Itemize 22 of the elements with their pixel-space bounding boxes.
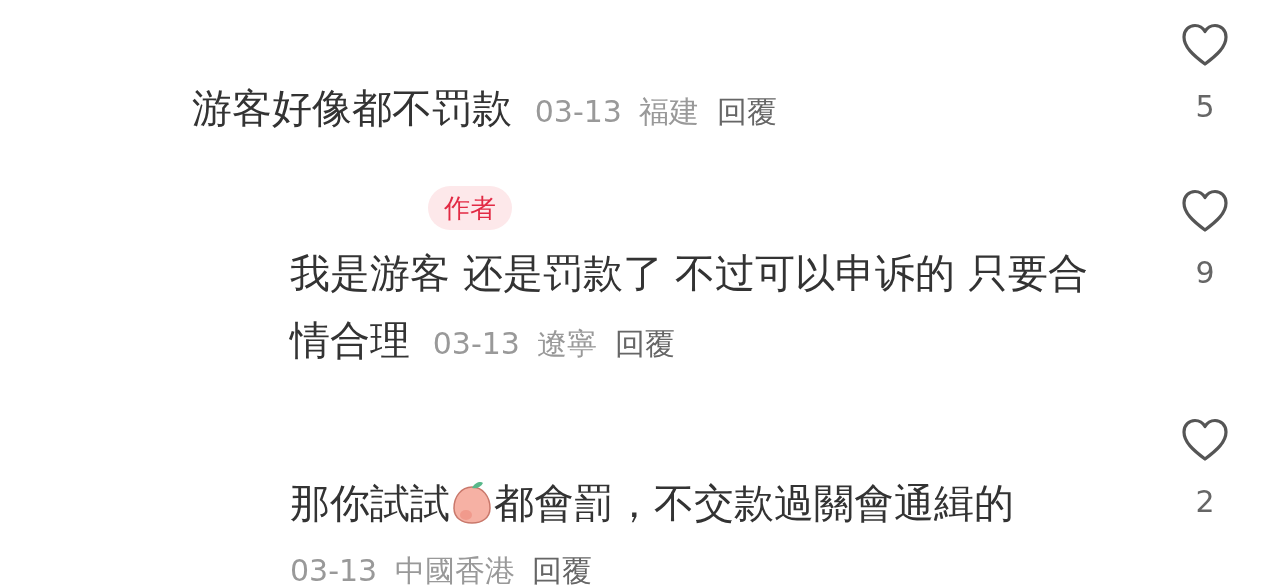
comment-text: 都會罰，不交款過關會通緝的 bbox=[494, 480, 1014, 526]
comment-date: 03-13 bbox=[534, 94, 622, 129]
heart-icon[interactable] bbox=[1181, 23, 1229, 67]
comment-text: 游客好像都不罚款 bbox=[192, 85, 512, 131]
like-count: 5 bbox=[1195, 88, 1215, 126]
comment-location: 遼寧 bbox=[537, 326, 598, 361]
comment-date: 03-13 bbox=[432, 326, 520, 361]
comment-date: 03-13 bbox=[290, 553, 378, 588]
author-badge: 作者 bbox=[428, 186, 512, 230]
like-count: 9 bbox=[1195, 254, 1215, 292]
comment-location: 中國香港 bbox=[394, 553, 515, 588]
reply-link[interactable]: 回覆 bbox=[717, 94, 777, 129]
reply-link[interactable]: 回覆 bbox=[615, 326, 675, 361]
comment-text: 情合理 bbox=[290, 317, 410, 363]
heart-icon[interactable] bbox=[1181, 189, 1229, 233]
heart-icon[interactable] bbox=[1181, 418, 1229, 462]
peach-icon bbox=[450, 481, 494, 525]
reply-link[interactable]: 回覆 bbox=[532, 553, 593, 588]
comment-location: 福建 bbox=[639, 94, 700, 129]
comment-text: 那你試試 bbox=[290, 480, 450, 526]
like-count: 2 bbox=[1195, 483, 1215, 521]
comment-text: 我是游客 还是罚款了 不过可以申诉的 只要合 bbox=[290, 250, 1089, 296]
